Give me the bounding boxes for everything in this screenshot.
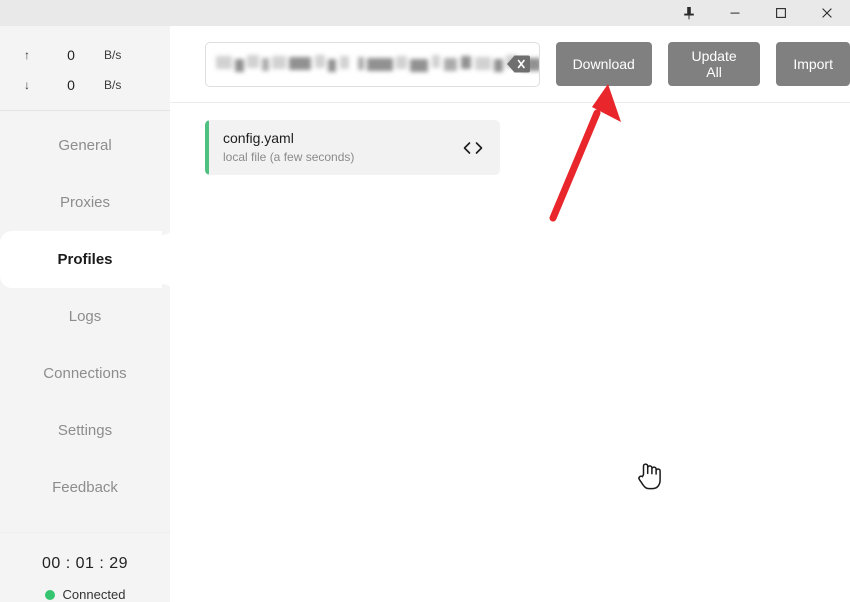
sidebar-item-label: Feedback bbox=[52, 479, 118, 496]
code-brackets-icon[interactable] bbox=[462, 141, 484, 155]
profiles-toolbar: Download Update All Import bbox=[170, 26, 850, 103]
sidebar-item-proxies[interactable]: Proxies bbox=[0, 174, 170, 231]
download-arrow-icon: ↓ bbox=[24, 78, 30, 92]
sidebar-item-label: Logs bbox=[68, 308, 102, 325]
minimize-icon[interactable] bbox=[712, 0, 758, 26]
sidebar-item-general[interactable]: General bbox=[0, 117, 170, 174]
upload-speed-value: 0 bbox=[67, 47, 75, 63]
network-speed-panel: ↑ 0 B/s ↓ 0 B/s bbox=[0, 26, 170, 110]
download-speed-unit: B/s bbox=[104, 78, 122, 92]
sidebar-item-connections[interactable]: Connections bbox=[0, 345, 170, 402]
profiles-list: config.yaml local file (a few seconds) bbox=[170, 103, 850, 175]
sidebar-nav: General Proxies Profiles Logs Connection… bbox=[0, 111, 170, 532]
upload-speed-unit: B/s bbox=[104, 48, 122, 62]
profile-card[interactable]: config.yaml local file (a few seconds) bbox=[205, 120, 500, 175]
upload-speed-row: ↑ 0 B/s bbox=[0, 40, 170, 70]
sidebar-item-feedback[interactable]: Feedback bbox=[0, 459, 170, 516]
active-profile-accent-bar bbox=[205, 120, 209, 175]
import-button[interactable]: Import bbox=[776, 42, 850, 86]
connection-status-panel: 00 : 01 : 29 Connected bbox=[0, 532, 170, 602]
app-window: ↑ 0 B/s ↓ 0 B/s General Proxies Profiles bbox=[0, 0, 850, 602]
sidebar-item-logs[interactable]: Logs bbox=[0, 288, 170, 345]
close-icon[interactable] bbox=[804, 0, 850, 26]
status-indicator-dot bbox=[44, 589, 55, 600]
connection-status-row: Connected bbox=[0, 587, 170, 602]
sidebar-item-label: Profiles bbox=[57, 251, 113, 268]
clear-input-icon[interactable] bbox=[506, 55, 530, 74]
main-content: Download Update All Import config.yaml l… bbox=[170, 26, 850, 602]
maximize-icon[interactable] bbox=[758, 0, 804, 26]
download-speed-value: 0 bbox=[67, 77, 75, 93]
pin-icon[interactable] bbox=[666, 0, 712, 26]
sidebar-item-profiles[interactable]: Profiles bbox=[0, 231, 170, 288]
profile-card-texts: config.yaml local file (a few seconds) bbox=[223, 130, 462, 165]
status-badge: Connected bbox=[62, 587, 126, 602]
download-button[interactable]: Download bbox=[555, 42, 652, 86]
title-bar bbox=[0, 0, 850, 26]
sidebar: ↑ 0 B/s ↓ 0 B/s General Proxies Profiles bbox=[0, 26, 170, 602]
sidebar-item-settings[interactable]: Settings bbox=[0, 402, 170, 459]
uptime-timer: 00 : 01 : 29 bbox=[41, 555, 129, 572]
update-all-button[interactable]: Update All bbox=[667, 42, 761, 86]
profile-url-input[interactable] bbox=[205, 41, 540, 87]
profile-name: config.yaml bbox=[223, 130, 294, 146]
redacted-url-text bbox=[216, 55, 539, 73]
sidebar-item-label: Settings bbox=[57, 422, 113, 439]
download-speed-row: ↓ 0 B/s bbox=[0, 70, 170, 100]
profile-meta: local file (a few seconds) bbox=[223, 150, 355, 164]
upload-arrow-icon: ↑ bbox=[24, 48, 30, 62]
sidebar-item-label: General bbox=[58, 137, 112, 154]
sidebar-item-label: Connections bbox=[43, 365, 127, 382]
sidebar-item-label: Proxies bbox=[59, 194, 111, 211]
